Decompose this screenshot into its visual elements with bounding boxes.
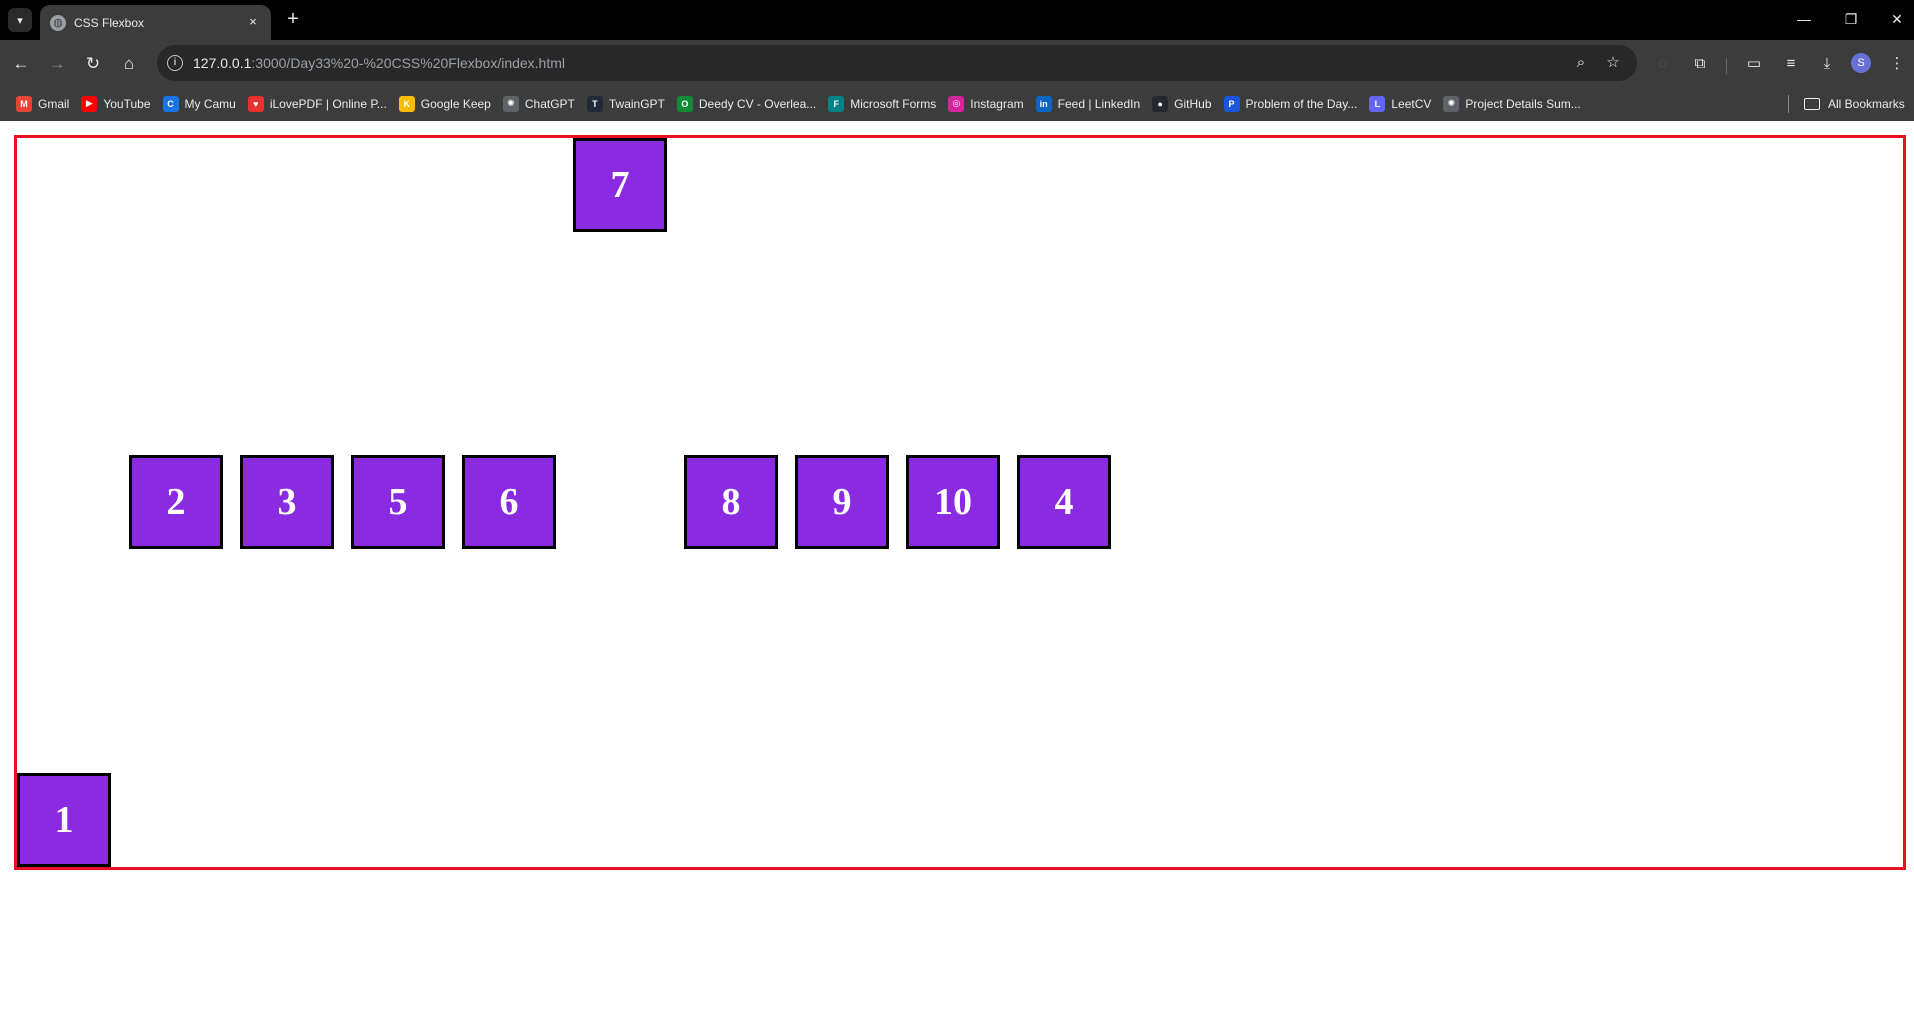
browser-chrome: ▾ ◍ CSS Flexbox × + — ❐ ✕ ← → ↻ ⌂ i 127.… bbox=[0, 0, 1914, 121]
home-icon[interactable]: ⌂ bbox=[117, 52, 141, 76]
minimize-icon[interactable]: — bbox=[1789, 6, 1819, 32]
leetcv-icon: L bbox=[1369, 95, 1386, 112]
bookmark-item[interactable]: ♥ iLovePDF | Online P... bbox=[242, 90, 393, 118]
menu-kebab-icon[interactable]: ⋮ bbox=[1885, 52, 1909, 76]
profile-avatar[interactable]: S bbox=[1851, 53, 1871, 73]
zoom-icon[interactable]: ⌕ bbox=[1571, 53, 1591, 73]
project-details-icon: ✺ bbox=[1443, 95, 1460, 112]
bookmark-item[interactable]: C My Camu bbox=[157, 90, 242, 118]
extensions-puzzle-icon[interactable]: ⧉ bbox=[1688, 52, 1712, 76]
tab-close-icon[interactable]: × bbox=[245, 14, 261, 30]
bookmark-label: Feed | LinkedIn bbox=[1057, 96, 1141, 111]
bookmark-label: Deedy CV - Overlea... bbox=[698, 96, 817, 111]
bookmark-label: My Camu bbox=[184, 96, 236, 111]
gmail-icon: M bbox=[16, 95, 32, 112]
all-bookmarks-label: All Bookmarks bbox=[1828, 96, 1905, 111]
github-icon: ● bbox=[1152, 95, 1169, 112]
folder-icon bbox=[1804, 97, 1820, 110]
url-text[interactable]: 127.0.0.1:3000/Day33%20-%20CSS%20Flexbox… bbox=[193, 55, 565, 71]
google-keep-icon: K bbox=[398, 95, 415, 112]
bookmark-item[interactable]: O Deedy CV - Overlea... bbox=[671, 90, 822, 118]
bookmark-item[interactable]: P Problem of the Day... bbox=[1218, 90, 1364, 118]
flex-item-1: 1 bbox=[17, 773, 111, 867]
bookmarks-bar: M Gmail ▶ YouTube C My Camu ♥ iLovePDF | Online… bbox=[0, 86, 1914, 121]
extension-icon[interactable]: ◌ bbox=[1651, 52, 1675, 76]
forward-icon[interactable]: → bbox=[45, 52, 69, 76]
bookmark-label: Google Keep bbox=[420, 96, 491, 111]
ilovepdf-icon: ♥ bbox=[247, 95, 264, 112]
bookmark-label: YouTube bbox=[103, 96, 151, 111]
bookmark-star-icon[interactable]: ☆ bbox=[1603, 53, 1623, 73]
youtube-icon: ▶ bbox=[81, 95, 98, 112]
flex-item-5: 5 bbox=[351, 455, 445, 549]
bookmark-label: Instagram bbox=[970, 96, 1024, 111]
flex-item-9: 9 bbox=[795, 455, 889, 549]
close-window-icon[interactable]: ✕ bbox=[1882, 6, 1912, 32]
restore-icon[interactable]: ❐ bbox=[1836, 6, 1866, 32]
microsoft-forms-icon: F bbox=[828, 95, 845, 112]
bookmark-item[interactable]: ● GitHub bbox=[1146, 90, 1217, 118]
overleaf-icon: O bbox=[676, 95, 693, 112]
toolbar: ← → ↻ ⌂ i 127.0.0.1:3000/Day33%20-%20CSS… bbox=[0, 40, 1914, 86]
tab-css-flexbox[interactable]: ◍ CSS Flexbox × bbox=[40, 5, 271, 40]
back-icon[interactable]: ← bbox=[9, 52, 33, 76]
bookmark-label: GitHub bbox=[1174, 96, 1212, 111]
linkedin-icon: in bbox=[1035, 95, 1052, 112]
new-tab-button[interactable]: + bbox=[281, 8, 305, 32]
flex-item-6: 6 bbox=[462, 455, 556, 549]
flex-item-3: 3 bbox=[240, 455, 334, 549]
twaingpt-icon: T bbox=[586, 95, 603, 112]
bookmark-item[interactable]: ◎ Instagram bbox=[942, 90, 1029, 118]
globe-icon: ◍ bbox=[50, 14, 66, 31]
tab-search-button[interactable]: ▾ bbox=[8, 8, 32, 32]
camu-icon: C bbox=[162, 95, 179, 112]
download-icon[interactable]: ⤓ bbox=[1815, 52, 1839, 76]
chatgpt-icon: ✺ bbox=[502, 95, 519, 112]
bookmark-item[interactable]: ✺ Project Details Sum... bbox=[1437, 90, 1586, 118]
bookmark-label: Microsoft Forms bbox=[850, 96, 937, 111]
all-bookmarks-button[interactable]: All Bookmarks bbox=[1804, 86, 1905, 121]
bookmark-label: Project Details Sum... bbox=[1465, 96, 1581, 111]
flex-item-2: 2 bbox=[129, 455, 223, 549]
site-info-icon[interactable]: i bbox=[167, 55, 183, 71]
bookmark-item[interactable]: F Microsoft Forms bbox=[822, 90, 942, 118]
bookmark-item[interactable]: ✺ ChatGPT bbox=[497, 90, 581, 118]
reload-icon[interactable]: ↻ bbox=[81, 52, 105, 76]
bookmark-label: ChatGPT bbox=[524, 96, 575, 111]
bookmark-label: LeetCV bbox=[1391, 96, 1432, 111]
flex-item-4: 4 bbox=[1017, 455, 1111, 549]
bookmark-label: iLovePDF | Online P... bbox=[269, 96, 387, 111]
bookmarks-divider bbox=[1788, 95, 1789, 113]
toolbar-divider bbox=[1726, 58, 1727, 74]
media-controls-icon[interactable]: ≡ bbox=[1779, 52, 1803, 76]
problem-of-day-icon: P bbox=[1223, 95, 1240, 112]
bookmark-label: Problem of the Day... bbox=[1245, 96, 1358, 111]
address-bar[interactable]: i 127.0.0.1:3000/Day33%20-%20CSS%20Flexb… bbox=[157, 45, 1637, 81]
tab-strip: ▾ ◍ CSS Flexbox × + — ❐ ✕ bbox=[0, 0, 1914, 40]
bookmark-item[interactable]: M Gmail bbox=[10, 90, 75, 118]
tab-title: CSS Flexbox bbox=[74, 15, 145, 30]
flex-item-7: 7 bbox=[573, 138, 667, 232]
flex-container: 1 2 3 5 6 7 8 9 10 4 bbox=[14, 135, 1906, 870]
url-host: 127.0.0.1 bbox=[193, 55, 252, 71]
url-path: :3000/Day33%20-%20CSS%20Flexbox/index.ht… bbox=[251, 55, 566, 71]
bookmark-item[interactable]: ▶ YouTube bbox=[75, 90, 156, 118]
flex-item-8: 8 bbox=[684, 455, 778, 549]
bookmark-item[interactable]: in Feed | LinkedIn bbox=[1030, 90, 1147, 118]
bookmark-label: Gmail bbox=[38, 96, 70, 111]
bookmark-item[interactable]: K Google Keep bbox=[393, 90, 497, 118]
bookmark-label: TwainGPT bbox=[608, 96, 665, 111]
bookmark-item[interactable]: L LeetCV bbox=[1363, 90, 1437, 118]
flex-item-10: 10 bbox=[906, 455, 1000, 549]
instagram-icon: ◎ bbox=[948, 95, 965, 112]
cast-icon[interactable]: ▭ bbox=[1742, 52, 1766, 76]
bookmark-list: M Gmail ▶ YouTube C My Camu ♥ iLovePDF | Online… bbox=[10, 86, 1587, 121]
bookmark-item[interactable]: T TwainGPT bbox=[581, 90, 671, 118]
